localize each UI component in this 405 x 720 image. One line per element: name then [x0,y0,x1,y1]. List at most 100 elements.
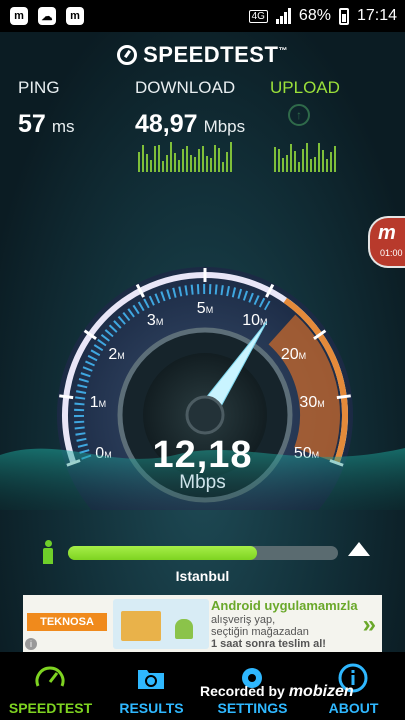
graph-bar [158,145,160,172]
android-icon [175,619,193,639]
app-title: SPEEDTEST [143,42,279,67]
graph-bar [318,143,320,172]
download-label: DOWNLOAD [135,78,236,97]
graph-bar [166,155,168,172]
graph-bar [146,154,148,172]
tab-label: RESULTS [119,700,184,716]
speedometer-icon [35,666,65,687]
graph-bar [170,142,172,172]
speedometer-logo-icon [117,45,138,65]
ad-headline: Android uygulamamızla [211,598,358,613]
graph-bar [326,159,328,172]
graph-bar [310,159,312,172]
gauge-tick [336,394,351,400]
tab-label: SETTINGS [217,700,288,716]
graph-bar [194,157,196,172]
graph-bar [182,149,184,172]
graph-bar [162,161,164,172]
ping-label: PING [18,78,60,97]
upload-graph [274,142,336,172]
graph-bar [178,160,180,172]
graph-bar [230,142,232,172]
app-logo: SPEEDTEST™ [0,42,405,68]
graph-bar [190,155,192,172]
user-icon [42,540,54,564]
graph-bar [222,162,224,172]
graph-bar [322,150,324,172]
ad-image [113,599,209,649]
graph-bar [334,146,336,172]
download-unit: Mbps [203,117,246,136]
mobizen-icon: m [10,7,28,25]
ad-banner[interactable]: TEKNOSA Android uygulamamızla alışveriş … [23,595,382,652]
battery-icon [338,7,349,25]
upload-arrow-icon: ↑ [288,104,310,126]
graph-bar [198,149,200,172]
tab-label: SPEEDTEST [8,700,93,716]
graph-bar [150,160,152,172]
trademark: ™ [278,45,288,56]
network-type: 4G [248,9,268,23]
graph-bar [302,149,304,172]
ad-text: 1 saat sonra teslim al! [211,638,326,650]
recorded-by-text: Recorded by [200,683,285,699]
tab-speedtest[interactable]: SPEEDTEST [0,652,101,720]
graph-bar [282,158,284,172]
graph-bar [174,153,176,172]
clock: 17:14 [356,7,397,24]
graph-bar [210,158,212,172]
ping-value: 57 ms [18,110,74,139]
graph-bar [138,152,140,172]
server-city: Istanbul [175,568,230,584]
graph-bar [226,152,228,172]
ping-number: 57 [18,110,46,138]
ad-brand-logo: TEKNOSA [27,613,107,631]
download-graph [138,142,232,172]
graph-bar [274,147,276,172]
ad-info-icon[interactable]: i [25,638,37,650]
needle-hub [185,395,225,435]
cloud-upload-icon: ☁ [38,7,56,25]
current-speed-unit: Mbps [179,472,226,493]
graph-bar [214,145,216,172]
graph-bar [206,156,208,172]
graph-bar [186,146,188,172]
graph-bar [294,151,296,172]
signal-icon [275,8,291,24]
mobizen-icon: m [66,7,84,25]
upload-label: UPLOAD [270,78,340,97]
battery-percent: 68% [298,7,331,24]
ad-text: alışveriş yap, [211,614,276,626]
server-progress-fill [68,546,257,560]
recorder-brand: mobizen [288,683,354,700]
graph-bar [306,143,308,172]
speedtest-screen: SPEEDTEST™ PING 57 ms DOWNLOAD 48,97 Mbps … [0,32,405,652]
ping-unit: ms [51,117,75,136]
graph-bar [154,146,156,172]
graph-bar [298,162,300,172]
current-speed: 12,18 [152,434,253,476]
ad-arrow-icon[interactable]: » [363,611,376,639]
server-icon [348,542,370,556]
folder-icon [138,670,164,689]
mobizen-floating-button[interactable]: m 01:00 [368,216,405,268]
mobizen-timer: 01:00 [380,248,403,258]
graph-bar [330,152,332,172]
download-number: 48,97 [135,110,198,138]
graph-bar [278,149,280,172]
gauge-tick [59,394,74,400]
tab-results[interactable]: RESULTS [101,652,202,720]
ad-text: seçtiğin mağazadan [211,626,309,638]
graph-bar [290,144,292,172]
graph-bar [202,146,204,172]
tab-label: ABOUT [328,700,379,716]
graph-bar [142,145,144,172]
recording-watermark: Recorded by mobizen [200,683,354,701]
graph-bar [218,148,220,172]
download-value: 48,97 Mbps [135,110,245,139]
server-progress-bar [68,546,338,560]
graph-bar [286,155,288,172]
mobizen-letter: m [378,222,396,244]
status-bar: m ☁ m 4G 68% 17:14 [0,0,405,32]
graph-bar [314,157,316,172]
